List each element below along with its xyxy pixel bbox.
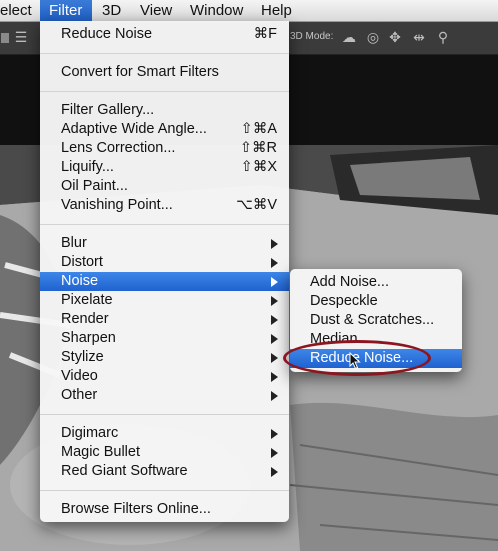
menu-item-distort[interactable]: Distort: [40, 253, 289, 272]
menu-item-oil-paint[interactable]: Oil Paint...: [40, 177, 289, 196]
menu-item-noise[interactable]: Noise: [40, 272, 289, 291]
submenu-arrow-icon: [271, 353, 278, 363]
menu-item-blur[interactable]: Blur: [40, 234, 289, 253]
submenu-arrow-icon: [271, 296, 278, 306]
menu-item-vanishing-point[interactable]: Vanishing Point... ⌥⌘V: [40, 196, 289, 215]
filter-menu: Reduce Noise ⌘F Convert for Smart Filter…: [40, 21, 289, 522]
menu-item-reduce-noise-last[interactable]: Reduce Noise ⌘F: [40, 25, 289, 44]
submenu-arrow-icon: [271, 372, 278, 382]
roll-3d-icon[interactable]: ◎: [364, 28, 382, 46]
submenu-arrow-icon: [271, 239, 278, 249]
menu-item-filter-gallery[interactable]: Filter Gallery...: [40, 101, 289, 120]
menu-item-pixelate[interactable]: Pixelate: [40, 291, 289, 310]
drag-3d-icon[interactable]: ✥: [386, 28, 404, 46]
menu-item-stylize[interactable]: Stylize: [40, 348, 289, 367]
menu-item-liquify[interactable]: Liquify... ⇧⌘X: [40, 158, 289, 177]
mouse-cursor-icon: [349, 352, 361, 370]
submenu-item-dust-scratches[interactable]: Dust & Scratches...: [290, 311, 462, 330]
separator: [40, 53, 289, 54]
separator: [40, 91, 289, 92]
menu-window[interactable]: Window: [190, 0, 243, 21]
menu-item-other[interactable]: Other: [40, 386, 289, 405]
menu-item-convert-smart-filters[interactable]: Convert for Smart Filters: [40, 63, 289, 82]
menu-help[interactable]: Help: [261, 0, 292, 21]
submenu-arrow-icon: [271, 315, 278, 325]
menu-item-sharpen[interactable]: Sharpen: [40, 329, 289, 348]
submenu-item-add-noise[interactable]: Add Noise...: [290, 273, 462, 292]
menu-item-magic-bullet[interactable]: Magic Bullet: [40, 443, 289, 462]
menu-bar: elect Filter 3D View Window Help: [0, 0, 498, 22]
menu-filter[interactable]: Filter: [40, 0, 92, 21]
submenu-item-despeckle[interactable]: Despeckle: [290, 292, 462, 311]
menu-3d[interactable]: 3D: [102, 0, 121, 21]
scale-3d-icon[interactable]: ⚲: [434, 28, 452, 46]
tool-icon[interactable]: [1, 33, 9, 43]
menu-item-lens-correction[interactable]: Lens Correction... ⇧⌘R: [40, 139, 289, 158]
menu-item-adaptive-wide-angle[interactable]: Adaptive Wide Angle... ⇧⌘A: [40, 120, 289, 139]
separator: [40, 414, 289, 415]
submenu-arrow-icon: [271, 448, 278, 458]
menu-view[interactable]: View: [140, 0, 172, 21]
submenu-arrow-icon: [271, 391, 278, 401]
submenu-arrow-icon: [271, 277, 278, 287]
rotate-3d-icon[interactable]: ☁: [340, 28, 358, 46]
menu-item-render[interactable]: Render: [40, 310, 289, 329]
submenu-arrow-icon: [271, 429, 278, 439]
separator: [40, 490, 289, 491]
menu-item-browse-filters-online[interactable]: Browse Filters Online...: [40, 500, 289, 519]
3d-mode-label: 3D Mode:: [290, 31, 334, 42]
menu-item-video[interactable]: Video: [40, 367, 289, 386]
separator: [40, 224, 289, 225]
submenu-arrow-icon: [271, 334, 278, 344]
submenu-arrow-icon: [271, 467, 278, 477]
menu-item-red-giant-software[interactable]: Red Giant Software: [40, 462, 289, 481]
menu-item-digimarc[interactable]: Digimarc: [40, 424, 289, 443]
submenu-arrow-icon: [271, 258, 278, 268]
slide-3d-icon[interactable]: ⇹: [410, 28, 428, 46]
align-icon[interactable]: ☰: [12, 28, 30, 46]
menu-select[interactable]: elect: [0, 0, 36, 21]
